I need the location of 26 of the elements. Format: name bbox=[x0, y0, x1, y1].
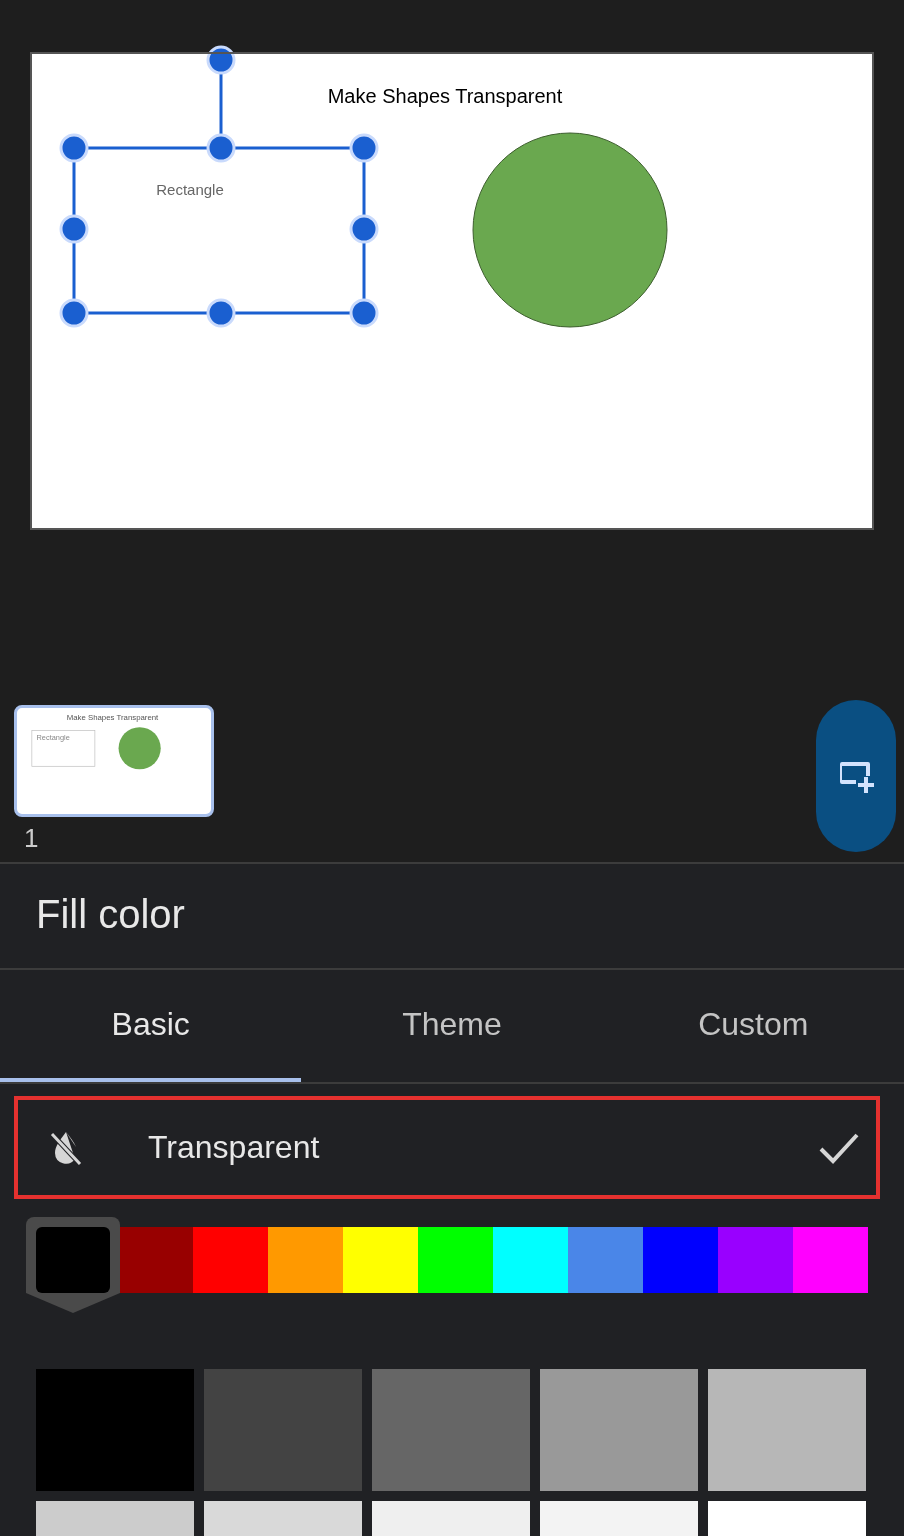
hue-swatch[interactable] bbox=[793, 1227, 868, 1293]
slide-number: 1 bbox=[24, 823, 40, 854]
hue-swatch[interactable] bbox=[418, 1227, 493, 1293]
color-swatch[interactable] bbox=[372, 1369, 530, 1491]
slide-title: Make Shapes Transparent bbox=[327, 85, 563, 107]
hue-swatch[interactable] bbox=[643, 1227, 718, 1293]
hue-swatch[interactable] bbox=[343, 1227, 418, 1293]
selection-handles[interactable] bbox=[59, 45, 379, 328]
color-tab[interactable]: Custom bbox=[602, 970, 904, 1082]
hue-swatch[interactable] bbox=[718, 1227, 793, 1293]
shape-label: Rectangle bbox=[156, 181, 224, 198]
color-tab[interactable]: Theme bbox=[301, 970, 603, 1082]
color-swatch[interactable] bbox=[204, 1369, 362, 1491]
color-swatch[interactable] bbox=[540, 1369, 698, 1491]
hue-swatch[interactable] bbox=[118, 1227, 193, 1293]
hue-swatch[interactable] bbox=[568, 1227, 643, 1293]
color-tab[interactable]: Basic bbox=[0, 970, 302, 1082]
transparent-label: Transparent bbox=[148, 1129, 321, 1166]
color-swatch[interactable] bbox=[708, 1369, 866, 1491]
hue-swatch[interactable] bbox=[26, 1217, 120, 1315]
color-swatch[interactable] bbox=[36, 1369, 194, 1491]
transparent-option[interactable]: Transparent bbox=[14, 1096, 880, 1199]
panel-title: Fill color bbox=[0, 864, 904, 970]
hue-swatch[interactable] bbox=[193, 1227, 268, 1293]
hue-swatch[interactable] bbox=[493, 1227, 568, 1293]
hue-swatch[interactable] bbox=[268, 1227, 343, 1293]
